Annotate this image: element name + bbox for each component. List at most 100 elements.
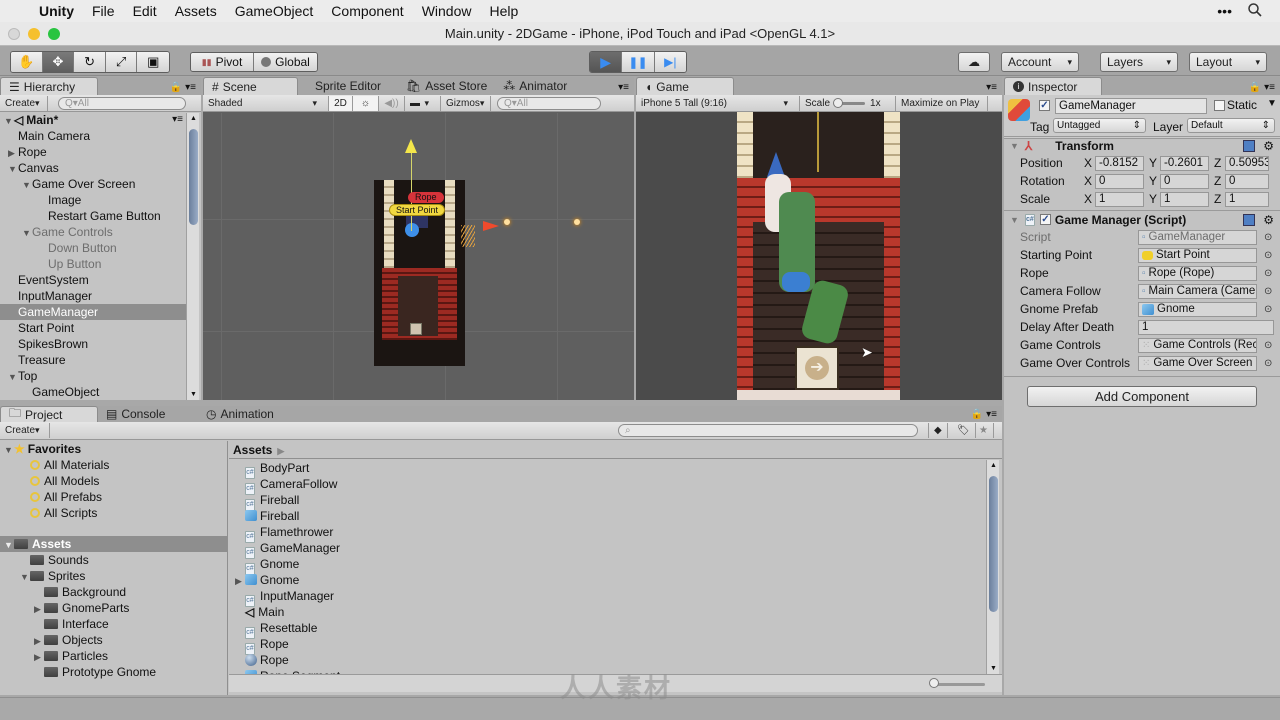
tab-asset-store[interactable]: 🛍 Asset Store [398, 77, 495, 95]
hierarchy-item[interactable]: EventSystem [0, 272, 186, 288]
lighting-toggle-icon[interactable]: ☼ [353, 95, 379, 111]
hierarchy-item[interactable]: Up Button [0, 256, 186, 272]
hierarchy-item[interactable]: SpikesBrown [0, 336, 186, 352]
expand-arrow-icon[interactable]: ▼ [20, 569, 30, 585]
folder-item[interactable]: ▶ GnomeParts [0, 600, 227, 616]
layer-dropdown[interactable]: Default ⇕ [1187, 118, 1275, 133]
favorite-item[interactable]: All Scripts [0, 505, 227, 521]
icon-size-slider-thumb[interactable] [929, 678, 939, 688]
shading-mode-dropdown[interactable]: Shaded [203, 95, 329, 111]
scale-slider-thumb[interactable] [833, 97, 844, 108]
asset-item[interactable]: ▶ Gnome [229, 572, 986, 588]
asset-item[interactable]: Rope [229, 652, 986, 668]
audio-toggle-icon[interactable]: ◀)) [379, 95, 405, 111]
menu-edit[interactable]: Edit [124, 3, 166, 19]
transform-position-z-input[interactable]: 0.50953 [1225, 155, 1269, 171]
scene-menu-icon[interactable]: ▾≡ [172, 112, 183, 128]
tab-animation[interactable]: ◷ Animation [198, 406, 282, 422]
expand-arrow-icon[interactable]: ▼ [4, 113, 14, 129]
collapse-arrow-icon[interactable]: ▼ [1010, 215, 1019, 225]
asset-item[interactable]: c# GameManager [229, 540, 986, 559]
asset-item[interactable]: ◁ Main [229, 604, 986, 620]
scene-root-main[interactable]: ▼◁ Main* ▾≡ [0, 112, 201, 128]
expand-arrow-icon[interactable]: ▶ [34, 633, 44, 649]
project-search-input[interactable]: ⌕ [618, 424, 918, 437]
folder-item[interactable]: Prototype Gnome [0, 664, 227, 680]
tab-animator[interactable]: ⁂ Animator [495, 77, 575, 95]
collapse-arrow-icon[interactable]: ▼ [1010, 141, 1019, 151]
object-picker-icon[interactable]: ⊙ [1264, 250, 1272, 261]
layout-dropdown[interactable]: Layout [1189, 52, 1267, 72]
folder-item[interactable]: Sounds [0, 552, 227, 568]
hierarchy-item[interactable]: InputManager [0, 288, 186, 304]
hierarchy-item[interactable]: GameManager [0, 304, 186, 320]
handle-blue-dot[interactable] [405, 223, 419, 237]
transform-rotation-z-input[interactable]: 0 [1225, 173, 1269, 189]
expand-arrow-icon[interactable]: ▶ [34, 649, 44, 665]
asset-item[interactable]: Fireball [229, 508, 986, 524]
scale-tool-icon[interactable]: ⤢ [105, 52, 138, 72]
static-dropdown-icon[interactable]: ▼ [1267, 98, 1277, 109]
active-checkbox[interactable]: ✓ [1039, 100, 1050, 111]
transform-header[interactable]: ▼ ⅄ Transform ⚙ [1004, 136, 1280, 154]
hierarchy-search-input[interactable]: Q▾All [58, 96, 186, 110]
hierarchy-item[interactable]: GameObject [0, 384, 186, 400]
rect-tool-icon[interactable]: ▣ [137, 52, 169, 72]
component-enabled-checkbox[interactable]: ✓ [1039, 214, 1051, 225]
menu-file[interactable]: File [83, 3, 124, 19]
move-y-arrow-icon[interactable] [405, 139, 417, 153]
hierarchy-item[interactable]: ▼Top [0, 368, 186, 384]
hierarchy-scrollbar[interactable]: ▲ ▼ [186, 113, 199, 400]
close-window-button[interactable] [8, 28, 20, 40]
scene-search-input[interactable]: Q▾All [497, 96, 601, 110]
script-field-value[interactable]: ▫ GameManager [1138, 229, 1257, 245]
spotlight-search-icon[interactable] [1248, 2, 1262, 20]
expand-arrow-icon[interactable]: ▶ [8, 145, 18, 161]
expand-arrow-icon[interactable]: ▼ [8, 161, 18, 177]
asset-item[interactable]: c# Flamethrower [229, 524, 986, 543]
add-component-button[interactable]: Add Component [1027, 386, 1257, 407]
asset-item[interactable]: c# BodyPart [229, 460, 986, 479]
tab-project[interactable]: 🗀 Project [0, 406, 98, 422]
expand-arrow-icon[interactable]: ▼ [4, 537, 14, 553]
transform-scale-z-input[interactable]: 1 [1225, 191, 1269, 207]
favorite-item[interactable]: All Prefabs [0, 489, 227, 505]
tab-inspector[interactable]: i Inspector [1004, 77, 1102, 95]
hierarchy-item[interactable]: ▼Canvas [0, 160, 186, 176]
maximize-on-play-toggle[interactable]: Maximize on Play [896, 95, 988, 111]
gear-icon[interactable]: ⚙ [1263, 139, 1274, 153]
expand-arrow-icon[interactable]: ▶ [235, 573, 245, 589]
script-field-value[interactable]: 1 [1138, 319, 1274, 335]
menu-help[interactable]: Help [480, 3, 527, 19]
favorites-root[interactable]: ▼★ Favorites [0, 441, 227, 457]
script-field-value[interactable]: ▫ Rope (Rope) [1138, 265, 1257, 281]
play-button[interactable]: ▶ [590, 52, 623, 72]
game-view-render[interactable]: ➔ ➤ [737, 112, 900, 400]
tag-dropdown[interactable]: Untagged ⇕ [1053, 118, 1146, 133]
hierarchy-item[interactable]: ▼Game Over Screen [0, 176, 186, 192]
expand-arrow-icon[interactable]: ▼ [4, 442, 14, 458]
hand-tool-icon[interactable]: ✋ [11, 52, 43, 72]
lock-and-menu-icon[interactable]: 🔒 ▾≡ [966, 409, 1002, 422]
asset-item[interactable]: c# Fireball [229, 492, 986, 511]
asset-item[interactable]: c# Resettable [229, 620, 986, 639]
folder-item[interactable]: ▶ Particles [0, 648, 227, 664]
menu-assets[interactable]: Assets [166, 3, 226, 19]
project-create-button[interactable]: Create [0, 423, 50, 438]
tab-sprite-editor[interactable]: Sprite Editor [298, 77, 398, 95]
tab-console[interactable]: ▤ Console [98, 406, 198, 422]
script-field-value[interactable]: ⁙ Game Over Screen ( [1138, 355, 1257, 371]
game-manager-script-header[interactable]: ▼ c# ✓ Game Manager (Script) ⚙ [1004, 210, 1280, 228]
resolution-dropdown[interactable]: iPhone 5 Tall (9:16) [636, 95, 800, 111]
global-button[interactable]: Global [254, 53, 317, 71]
hierarchy-item[interactable]: Down Button [0, 240, 186, 256]
asset-item[interactable]: c# CameraFollow [229, 476, 986, 495]
help-book-icon[interactable] [1243, 139, 1256, 152]
asset-item[interactable]: c# InputManager [229, 588, 986, 607]
project-scroll-thumb[interactable] [989, 476, 998, 612]
object-picker-icon[interactable]: ⊙ [1264, 268, 1272, 279]
script-field-value[interactable]: ▫ Main Camera (Came [1138, 283, 1257, 299]
hierarchy-item[interactable]: ▼Game Controls [0, 224, 186, 240]
filter-by-type-icon[interactable]: ◆ [928, 423, 948, 438]
menu-window[interactable]: Window [413, 3, 481, 19]
